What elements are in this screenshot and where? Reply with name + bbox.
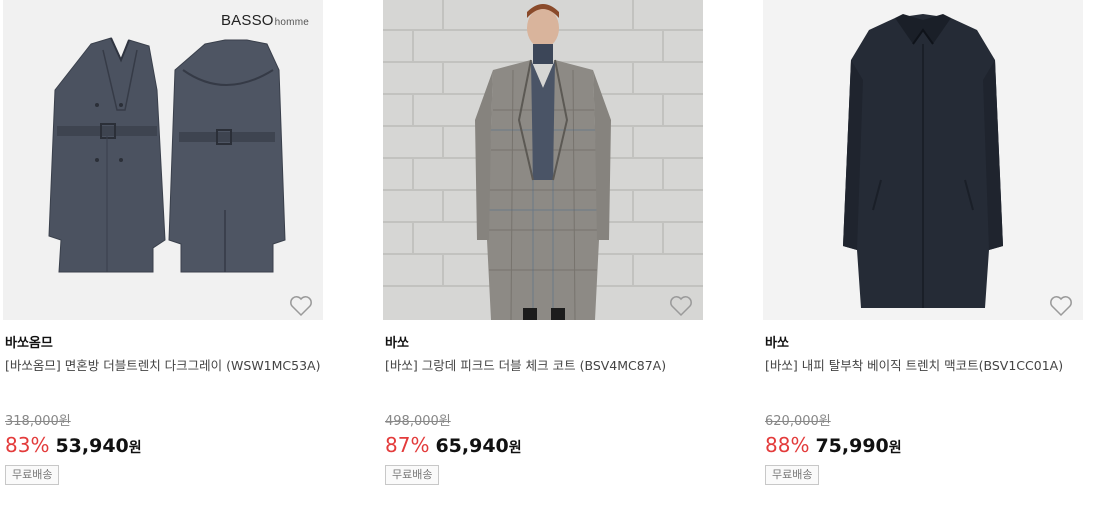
product-image[interactable] xyxy=(383,0,703,320)
currency-unit: 원 xyxy=(128,440,142,456)
coat-image xyxy=(763,0,1083,320)
product-title[interactable]: [바쏘옴므] 면혼방 더블트렌치 다크그레이 (WSW1MC53A) xyxy=(5,356,327,376)
discount-rate: 83% xyxy=(5,433,50,457)
product-brand[interactable]: 바쏘옴므 xyxy=(5,332,53,351)
price-row: 87% 65,940원 xyxy=(385,433,522,457)
sale-price: 53,940 xyxy=(55,435,129,457)
model-coat-image xyxy=(383,0,703,320)
product-brand[interactable]: 바쏘 xyxy=(765,332,789,351)
discount-rate: 87% xyxy=(385,433,430,457)
product-title[interactable]: [바쏘] 그랑데 피크드 더블 체크 코트 (BSV4MC87A) xyxy=(385,356,707,376)
product-brand[interactable]: 바쏘 xyxy=(385,332,409,351)
original-price: 620,000원 xyxy=(765,414,831,429)
free-shipping-badge: 무료배송 xyxy=(385,465,440,485)
sale-price: 75,990 xyxy=(815,435,889,457)
product-card[interactable]: 바쏘 [바쏘] 그랑데 피크드 더블 체크 코트 (BSV4MC87A) 498… xyxy=(383,0,705,509)
heart-outline-icon[interactable] xyxy=(1049,295,1073,317)
currency-unit: 원 xyxy=(888,440,902,456)
brand-logo: BASSOhomme xyxy=(221,12,309,29)
free-shipping-badge: 무료배송 xyxy=(765,465,820,485)
product-card[interactable]: 바쏘 [바쏘] 내피 탈부착 베이직 트렌치 맥코트(BSV1CC01A) 62… xyxy=(763,0,1085,509)
product-image[interactable] xyxy=(763,0,1083,320)
price-row: 88% 75,990원 xyxy=(765,433,902,457)
original-price: 318,000원 xyxy=(5,414,71,429)
price-row: 83% 53,940원 xyxy=(5,433,142,457)
coat-image xyxy=(3,0,323,320)
heart-outline-icon[interactable] xyxy=(289,295,313,317)
product-title[interactable]: [바쏘] 내피 탈부착 베이직 트렌치 맥코트(BSV1CC01A) xyxy=(765,356,1087,376)
sale-price: 65,940 xyxy=(435,435,509,457)
brand-logo-sub: homme xyxy=(274,17,309,28)
original-price: 498,000원 xyxy=(385,414,451,429)
free-shipping-badge: 무료배송 xyxy=(5,465,60,485)
discount-rate: 88% xyxy=(765,433,810,457)
product-image[interactable]: BASSOhomme xyxy=(3,0,323,320)
product-card[interactable]: BASSOhomme 바쏘옴므 [바쏘옴므] 면혼방 더블트렌치 다크그레이 (… xyxy=(3,0,325,509)
currency-unit: 원 xyxy=(508,440,522,456)
brand-logo-main: BASSO xyxy=(220,12,274,29)
heart-outline-icon[interactable] xyxy=(669,295,693,317)
